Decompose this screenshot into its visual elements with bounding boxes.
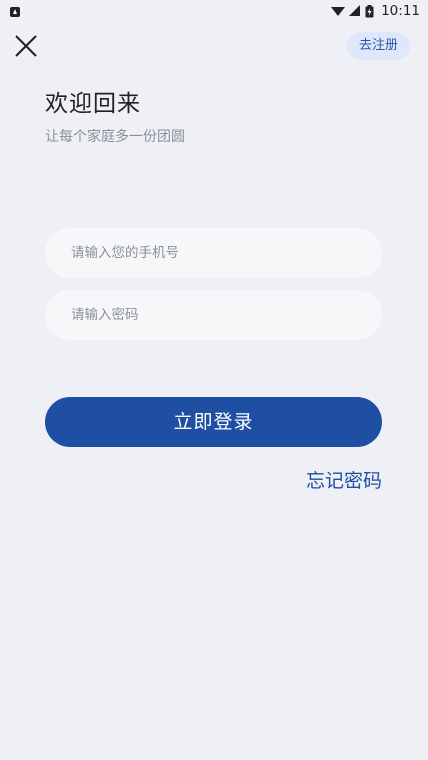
close-button[interactable] — [12, 32, 40, 60]
status-time: 10:11 — [381, 3, 420, 19]
status-bar: 10:11 — [0, 0, 428, 22]
signal-icon — [349, 5, 361, 16]
status-bar-right: 10:11 — [331, 3, 420, 19]
password-input[interactable] — [45, 290, 382, 340]
close-icon — [15, 35, 37, 57]
login-button[interactable]: 立即登录 — [45, 397, 382, 447]
status-bar-left — [10, 2, 20, 21]
register-button[interactable]: 去注册 — [346, 32, 410, 60]
phone-input[interactable] — [45, 228, 382, 278]
battery-icon — [365, 4, 374, 17]
page-title: 欢迎回来 — [45, 91, 141, 117]
notification-icon — [10, 6, 20, 17]
forgot-password-link[interactable]: 忘记密码 — [306, 466, 382, 493]
wifi-icon — [331, 7, 346, 16]
page-subtitle: 让每个家庭多一份团圆 — [45, 129, 185, 145]
